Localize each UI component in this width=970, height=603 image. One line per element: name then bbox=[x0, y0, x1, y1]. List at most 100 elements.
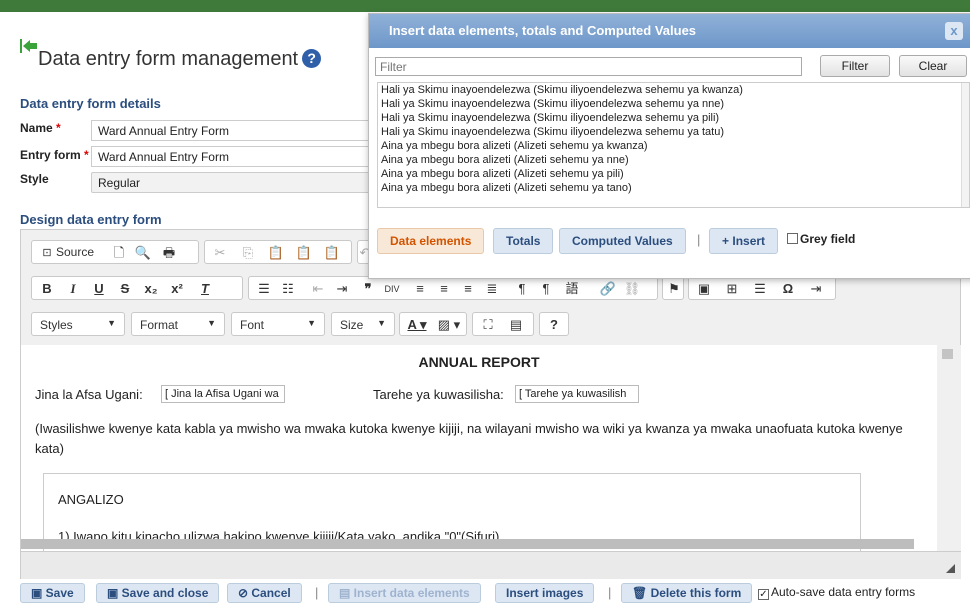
remove-format-icon[interactable]: T bbox=[194, 280, 216, 298]
preview-icon[interactable]: 🔍 bbox=[132, 244, 154, 262]
styles-dropdown[interactable]: Styles ▼ bbox=[31, 312, 125, 336]
maximize-icon[interactable]: ⛶ bbox=[477, 316, 499, 334]
source-button[interactable]: Source bbox=[56, 245, 94, 259]
source-icon[interactable]: ⊡ bbox=[36, 244, 58, 262]
print-icon[interactable]: 🖶 bbox=[158, 244, 180, 262]
save-button[interactable]: ▣ Save bbox=[20, 583, 85, 603]
unlink-icon[interactable]: ⛓ bbox=[621, 280, 643, 298]
scrollbar-thumb[interactable] bbox=[942, 349, 953, 359]
copy-icon[interactable]: ⎘ bbox=[237, 244, 259, 262]
toolbar-group-colors: A ▾ ▨ ▾ bbox=[399, 312, 467, 336]
autosave-checkbox[interactable]: ✓ bbox=[758, 589, 769, 600]
paste-text-icon[interactable]: 📋 bbox=[293, 244, 315, 262]
font-dropdown[interactable]: Font ▼ bbox=[231, 312, 325, 336]
officer-input[interactable]: [ Jina la Afisa Ugani wa bbox=[161, 385, 285, 403]
save-and-close-button[interactable]: ▣ Save and close bbox=[96, 583, 220, 603]
chevron-down-icon: ▼ bbox=[207, 318, 216, 328]
show-blocks-icon[interactable]: ▤ bbox=[505, 316, 527, 334]
align-center-icon[interactable]: ≡ bbox=[433, 280, 455, 298]
filter-input[interactable] bbox=[375, 57, 802, 76]
list-scrollbar[interactable] bbox=[961, 83, 969, 207]
filter-button[interactable]: Filter bbox=[820, 55, 890, 77]
anchor-flag-icon[interactable]: ⚑ bbox=[663, 280, 685, 298]
chevron-down-icon: ▼ bbox=[377, 318, 386, 328]
blockquote-icon[interactable]: ❞ bbox=[357, 280, 379, 298]
cut-icon[interactable]: ✂ bbox=[209, 244, 231, 262]
list-item[interactable]: Hali ya Skimu inayoendelezwa (Skimu iliy… bbox=[378, 111, 969, 125]
outdent-icon[interactable]: ⇤ bbox=[307, 280, 329, 298]
strikethrough-icon[interactable]: S bbox=[114, 280, 136, 298]
clear-button[interactable]: Clear bbox=[899, 55, 967, 77]
superscript-icon[interactable]: x² bbox=[166, 280, 188, 298]
align-left-icon[interactable]: ≡ bbox=[409, 280, 431, 298]
numbered-list-icon[interactable]: ☰ bbox=[253, 280, 275, 298]
insert-data-elements-button[interactable]: ▤ Insert data elements bbox=[328, 583, 481, 603]
image-icon[interactable]: ▣ bbox=[693, 280, 715, 298]
resize-handle-icon[interactable] bbox=[946, 564, 955, 573]
horizontal-line-icon[interactable]: ☰ bbox=[749, 280, 771, 298]
delete-form-button[interactable]: 🗑 Delete this form bbox=[621, 583, 753, 603]
italic-icon[interactable]: I bbox=[62, 280, 84, 298]
list-item[interactable]: Hali ya Skimu inayoendelezwa (Skimu iliy… bbox=[378, 83, 969, 97]
text-color-icon[interactable]: A ▾ bbox=[402, 316, 432, 334]
link-icon[interactable]: 🔗 bbox=[597, 280, 619, 298]
list-item[interactable]: Hali ya Skimu inayoendelezwa (Skimu iliy… bbox=[378, 97, 969, 111]
bold-icon[interactable]: B bbox=[36, 280, 58, 298]
page-title-text: Data entry form management bbox=[38, 48, 299, 70]
name-field[interactable]: Ward Annual Entry Form bbox=[91, 120, 381, 141]
notice-title: ANGALIZO bbox=[58, 492, 124, 507]
toolbar-group-basic-styles: B I U S x₂ x² T bbox=[31, 276, 243, 300]
toolbar-group-anchor: ⚑ bbox=[662, 276, 684, 300]
toolbar-group-insert: ▣ ⊞ ☰ Ω ⇥ bbox=[688, 276, 836, 300]
tab-totals[interactable]: Totals bbox=[493, 228, 554, 254]
grey-field-toggle[interactable]: Grey field bbox=[787, 232, 855, 246]
language-icon[interactable]: 語 bbox=[561, 280, 583, 298]
tab-data-elements[interactable]: Data elements bbox=[377, 228, 485, 254]
table-icon[interactable]: ⊞ bbox=[721, 280, 743, 298]
tab-computed-values[interactable]: Computed Values bbox=[559, 228, 686, 254]
list-item[interactable]: Aina ya mbegu bora alizeti (Alizeti sehe… bbox=[378, 181, 969, 195]
list-item[interactable]: Aina ya mbegu bora alizeti (Alizeti sehe… bbox=[378, 139, 969, 153]
date-input[interactable]: [ Tarehe ya kuwasilish bbox=[515, 385, 639, 403]
size-dropdown[interactable]: Size ▼ bbox=[331, 312, 395, 336]
list-item[interactable]: Hali ya Skimu inayoendelezwa (Skimu iliy… bbox=[378, 125, 969, 139]
help-button[interactable]: ? bbox=[543, 316, 565, 334]
back-arrow-icon[interactable] bbox=[20, 39, 38, 53]
justify-icon[interactable]: ≣ bbox=[481, 280, 503, 298]
data-element-list[interactable]: Hali ya Skimu inayoendelezwa (Skimu iliy… bbox=[377, 82, 970, 208]
page-break-icon[interactable]: ⇥ bbox=[805, 280, 827, 298]
horizontal-scrollbar[interactable] bbox=[21, 539, 914, 549]
paste-word-icon[interactable]: 📋 bbox=[321, 244, 343, 262]
editor-content[interactable]: ANNUAL REPORT Jina la Afsa Ugani: [ Jina… bbox=[21, 345, 937, 551]
style-select[interactable]: Regular bbox=[91, 172, 381, 193]
grey-field-label: Grey field bbox=[800, 232, 856, 246]
subscript-icon[interactable]: x₂ bbox=[140, 280, 162, 298]
grey-field-checkbox[interactable] bbox=[787, 233, 798, 244]
design-heading: Design data entry form bbox=[20, 212, 162, 227]
rtl-icon[interactable]: ¶ bbox=[535, 280, 557, 298]
create-div-icon[interactable]: DIV bbox=[381, 280, 403, 298]
insert-images-button[interactable]: Insert images bbox=[495, 583, 595, 603]
list-item[interactable]: Aina ya mbegu bora alizeti (Alizeti sehe… bbox=[378, 153, 969, 167]
bulleted-list-icon[interactable]: ☷ bbox=[277, 280, 299, 298]
help-icon[interactable]: ? bbox=[302, 49, 322, 68]
ltr-icon[interactable]: ¶ bbox=[511, 280, 533, 298]
rich-text-editor: ⊡ Source 🗋 🔍 🖶 ✂ ⎘ 📋 📋 📋 ↶ B I U S x₂ x²… bbox=[20, 229, 961, 579]
details-heading: Data entry form details bbox=[20, 96, 161, 111]
entry-form-field[interactable]: Ward Annual Entry Form bbox=[91, 146, 381, 167]
paste-icon[interactable]: 📋 bbox=[265, 244, 287, 262]
list-item[interactable]: Aina ya mbegu bora alizeti (Alizeti sehe… bbox=[378, 167, 969, 181]
align-right-icon[interactable]: ≡ bbox=[457, 280, 479, 298]
special-char-icon[interactable]: Ω bbox=[777, 280, 799, 298]
bg-color-icon[interactable]: ▨ ▾ bbox=[434, 316, 464, 334]
format-dropdown[interactable]: Format ▼ bbox=[131, 312, 225, 336]
vertical-scrollbar[interactable] bbox=[937, 345, 961, 551]
toolbar-group-clipboard: ✂ ⎘ 📋 📋 📋 bbox=[204, 240, 352, 264]
indent-icon[interactable]: ⇥ bbox=[331, 280, 353, 298]
cancel-button[interactable]: ⊘ Cancel bbox=[227, 583, 302, 603]
insert-button[interactable]: + Insert bbox=[709, 228, 779, 254]
new-page-icon[interactable]: 🗋 bbox=[108, 244, 130, 262]
style-label: Style bbox=[20, 172, 49, 186]
underline-icon[interactable]: U bbox=[88, 280, 110, 298]
close-icon[interactable]: x bbox=[945, 22, 963, 40]
